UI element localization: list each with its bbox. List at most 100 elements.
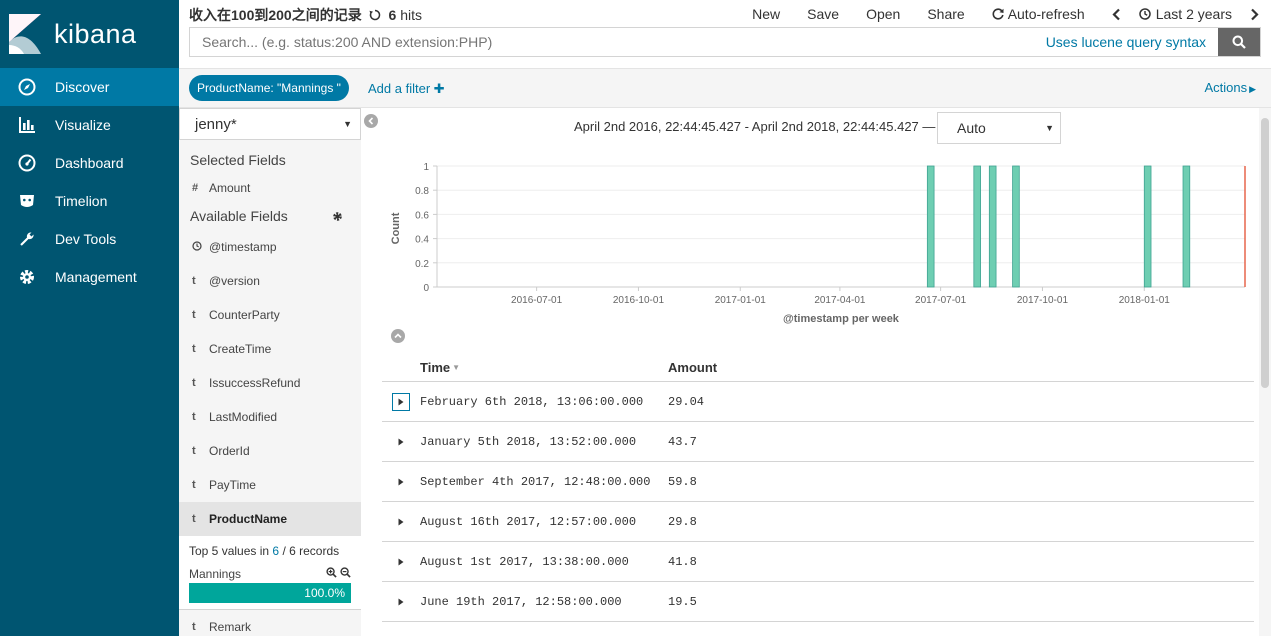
field-item[interactable]: t CreateTime [179,332,361,366]
field-name: CounterParty [209,308,280,322]
gear-icon[interactable] [332,211,343,222]
field-name: IssuccessRefund [209,376,301,390]
top-value-label: Mannings [189,567,242,581]
histogram-bar [988,165,997,288]
chevron-right-icon [1251,8,1259,20]
nav-item-dashboard[interactable]: Dashboard [0,144,179,182]
field-name: @version [209,274,260,288]
expand-row-button[interactable] [392,553,410,571]
field-item[interactable]: t ProductName [179,502,361,536]
auto-refresh-label: Auto-refresh [1007,6,1085,22]
collapse-chart-button[interactable] [391,329,405,343]
field-item[interactable]: t LastModified [179,400,361,434]
actions-button[interactable]: Actions ▶ [1204,80,1256,95]
nav-item-label: Dashboard [55,155,124,171]
collapse-sidebar-button[interactable] [364,114,378,128]
row-time: August 1st 2017, 13:38:00.000 [420,554,629,569]
row-amount: 43.7 [668,434,697,449]
time-next-button[interactable] [1250,8,1259,21]
nav-item-management[interactable]: Management [0,258,179,296]
save-button[interactable]: Save [807,6,839,22]
index-pattern-select[interactable]: jenny* ▼ [179,108,361,140]
table-row: August 1st 2017, 13:38:00.000 41.8 [382,542,1254,582]
scrollbar-thumb[interactable] [1261,118,1269,388]
zoom-in-icon[interactable] [326,567,337,581]
field-name: Remark [209,620,252,634]
actions-label: Actions [1204,80,1248,95]
records-link[interactable]: 6 [272,544,279,558]
nav-item-timelion[interactable]: Timelion [0,182,179,220]
histogram-bar [1182,165,1191,288]
field-item[interactable]: t OrderId [179,434,361,468]
table-row: June 19th 2017, 12:58:00.000 19.5 [382,582,1254,622]
kibana-logo[interactable]: kibana [0,0,179,68]
chevron-left-icon [368,117,374,125]
expand-row-button[interactable] [392,593,410,611]
time-prev-button[interactable] [1112,8,1121,21]
lucene-syntax-link[interactable]: Uses lucene query syntax [1046,34,1218,50]
field-item[interactable]: t CounterParty [179,298,361,332]
caret-down-icon: ▼ [343,119,352,129]
field-item[interactable]: # Amount [179,174,361,202]
caret-right-icon [398,438,404,445]
field-type-icon: t [192,445,196,457]
interval-label: Auto [957,120,986,136]
scrollbar[interactable] [1259,108,1271,636]
field-type-icon: t [192,275,196,287]
x-tick-label: 2017-04-01 [814,295,866,306]
expand-row-button[interactable] [392,433,410,451]
discover-main: April 2nd 2016, 22:44:45.427 - April 2nd… [361,108,1271,636]
field-name: OrderId [209,444,250,458]
interval-select[interactable]: Auto ▼ [937,112,1061,144]
field-item[interactable]: @timestamp [179,230,361,264]
time-column-header[interactable]: Time ▼ [420,360,668,375]
field-item[interactable]: t PayTime [179,468,361,502]
search-button[interactable] [1218,28,1260,56]
saved-search-title: 收入在100到200之间的记录 [189,7,362,23]
expand-row-button[interactable] [392,473,410,491]
histogram-chart: 0 0.2 0.4 0.6 0.8 1 2016-07-01 2016-10-01 2017-0… [390,162,1246,325]
histogram-bar [973,165,981,288]
primary-nav: kibana Discover Visualize Dashboard Timelio… [0,0,179,636]
nav-item-dev-tools[interactable]: Dev Tools [0,220,179,258]
plus-icon: ✚ [433,81,445,96]
x-tick-label: 2016-10-01 [613,295,665,306]
share-button[interactable]: Share [927,6,964,22]
field-name: Amount [209,181,251,195]
row-amount: 19.5 [668,594,697,609]
nav-item-discover[interactable]: Discover [0,68,179,106]
table-header: Time ▼ Amount [382,354,1254,382]
add-filter-button[interactable]: Add a filter ✚ [368,81,445,97]
row-amount: 29.8 [668,514,697,529]
amount-column-header[interactable]: Amount [668,360,717,375]
app-name: kibana [54,18,137,49]
auto-refresh-button[interactable]: Auto-refresh [992,6,1085,22]
search-input[interactable] [190,28,1046,56]
field-type-icon: t [192,309,196,321]
row-time: June 19th 2017, 12:58:00.000 [420,594,622,609]
new-button[interactable]: New [752,6,780,22]
field-name: LastModified [209,410,278,424]
reload-icon[interactable] [369,8,381,24]
nav-item-label: Visualize [55,117,111,133]
time-picker-button[interactable]: Last 2 years [1138,6,1232,22]
hit-count: 6 [388,7,397,23]
expand-row-button[interactable] [392,392,410,411]
nav-item-visualize[interactable]: Visualize [0,106,179,144]
y-tick-label: 0 [423,283,429,294]
zoom-out-icon[interactable] [340,567,351,581]
filter-pill[interactable]: ProductName: "Mannings " [189,75,349,101]
bar-chart-icon [17,115,37,135]
field-name: @timestamp [209,240,277,254]
x-tick-label: 2017-01-01 [715,295,767,306]
row-time: January 5th 2018, 13:52:00.000 [420,434,637,449]
x-tick-label: 2017-10-01 [1017,295,1069,306]
field-item[interactable]: t Remark [179,610,361,636]
open-button[interactable]: Open [866,6,900,22]
expand-row-button[interactable] [392,513,410,531]
gear-icon [17,267,37,287]
field-item[interactable]: t IssuccessRefund [179,366,361,400]
row-time: August 16th 2017, 12:57:00.000 [420,514,637,529]
compass-icon [17,77,37,97]
field-item[interactable]: t @version [179,264,361,298]
